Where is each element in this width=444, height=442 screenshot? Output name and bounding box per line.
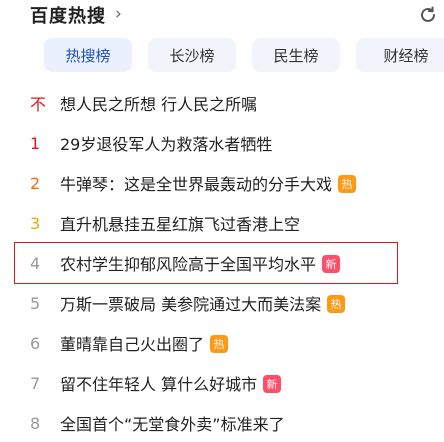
header: 百度热搜 ›: [0, 0, 444, 32]
list-item[interactable]: 7 留不住年轻人 算什么好城市新: [0, 366, 444, 400]
list-item[interactable]: 3 直升机悬挂五星红旗飞过香港上空: [0, 206, 444, 240]
list-item[interactable]: 4 农村学生抑郁风险高于全国平均水平新: [0, 246, 444, 280]
rank-number: 7: [30, 373, 41, 393]
list-item-text[interactable]: 全国首个“无堂食外卖”标准来了: [60, 411, 285, 435]
new-badge: 新: [263, 375, 282, 393]
rank-number: 2: [30, 173, 41, 193]
chevron-right-icon[interactable]: ›: [115, 4, 122, 24]
list-item[interactable]: 8 全国首个“无堂食外卖”标准来了: [0, 406, 444, 440]
list-item-text[interactable]: 留不住年轻人 算什么好城市新: [60, 371, 282, 395]
list-item-text[interactable]: 董晴靠自己火出圈了热: [60, 331, 229, 355]
list-item[interactable]: 1 29岁退役军人为救落水者牺牲: [0, 126, 444, 160]
rank-number: 6: [30, 333, 41, 353]
hot-badge: 热: [327, 295, 346, 313]
rank-number: 8: [30, 413, 41, 433]
list-item[interactable]: 2 牛弹琴：这是全世界最轰动的分手大戏热: [0, 166, 444, 200]
hot-badge: 热: [210, 335, 229, 353]
rank-number: 4: [30, 253, 41, 273]
list-item-text[interactable]: 万斯一票破局 美参院通过大而美法案热: [60, 291, 346, 315]
refresh-icon[interactable]: [418, 5, 438, 25]
rank-number: 3: [30, 213, 41, 233]
list-item-title[interactable]: 万斯一票破局 美参院通过大而美法案: [60, 295, 321, 314]
hot-badge: 热: [338, 175, 357, 193]
list-item-title[interactable]: 牛弹琴：这是全世界最轰动的分手大戏: [60, 175, 332, 194]
list-item-text[interactable]: 直升机悬挂五星红旗飞过香港上空: [60, 211, 300, 235]
list-item[interactable]: 5 万斯一票破局 美参院通过大而美法案热: [0, 286, 444, 320]
tab-bar: 热搜榜 长沙榜 民生榜 财经榜: [0, 38, 444, 74]
rank-number: 1: [30, 133, 41, 153]
rank-number: 5: [30, 293, 41, 313]
page-title[interactable]: 百度热搜: [30, 2, 106, 28]
list-item[interactable]: 6 董晴靠自己火出圈了热: [0, 326, 444, 360]
list-item-title[interactable]: 农村学生抑郁风险高于全国平均水平: [60, 255, 316, 274]
list-item-text[interactable]: 牛弹琴：这是全世界最轰动的分手大戏热: [60, 171, 357, 195]
pinned-rank: 不: [30, 95, 47, 114]
list-item-text[interactable]: 29岁退役军人为救落水者牺牲: [60, 131, 272, 155]
list-item-title[interactable]: 留不住年轻人 算什么好城市: [60, 375, 257, 394]
new-badge: 新: [322, 255, 341, 273]
list-item[interactable]: 不 想人民之所想 行人民之所嘱: [0, 86, 444, 120]
tab-changsha[interactable]: 长沙榜: [148, 38, 236, 72]
tab-livelihood[interactable]: 民生榜: [252, 38, 340, 72]
list-item-text[interactable]: 想人民之所想 行人民之所嘱: [60, 91, 257, 115]
list-item-text[interactable]: 农村学生抑郁风险高于全国平均水平新: [60, 251, 341, 275]
list-item-title[interactable]: 董晴靠自己火出圈了: [60, 335, 204, 354]
tab-finance[interactable]: 财经榜: [356, 38, 444, 72]
tab-hot-search[interactable]: 热搜榜: [44, 38, 132, 72]
